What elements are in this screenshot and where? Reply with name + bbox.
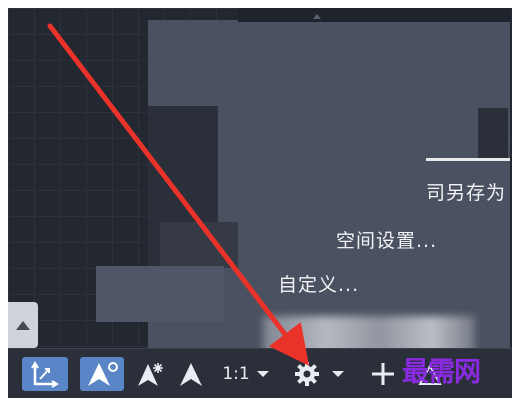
red-arrow-annotation [47, 23, 310, 366]
app-window: 司另存为 空间设置... 自定义... 1:1 [8, 8, 512, 398]
site-watermark: 最需网 [402, 357, 481, 388]
